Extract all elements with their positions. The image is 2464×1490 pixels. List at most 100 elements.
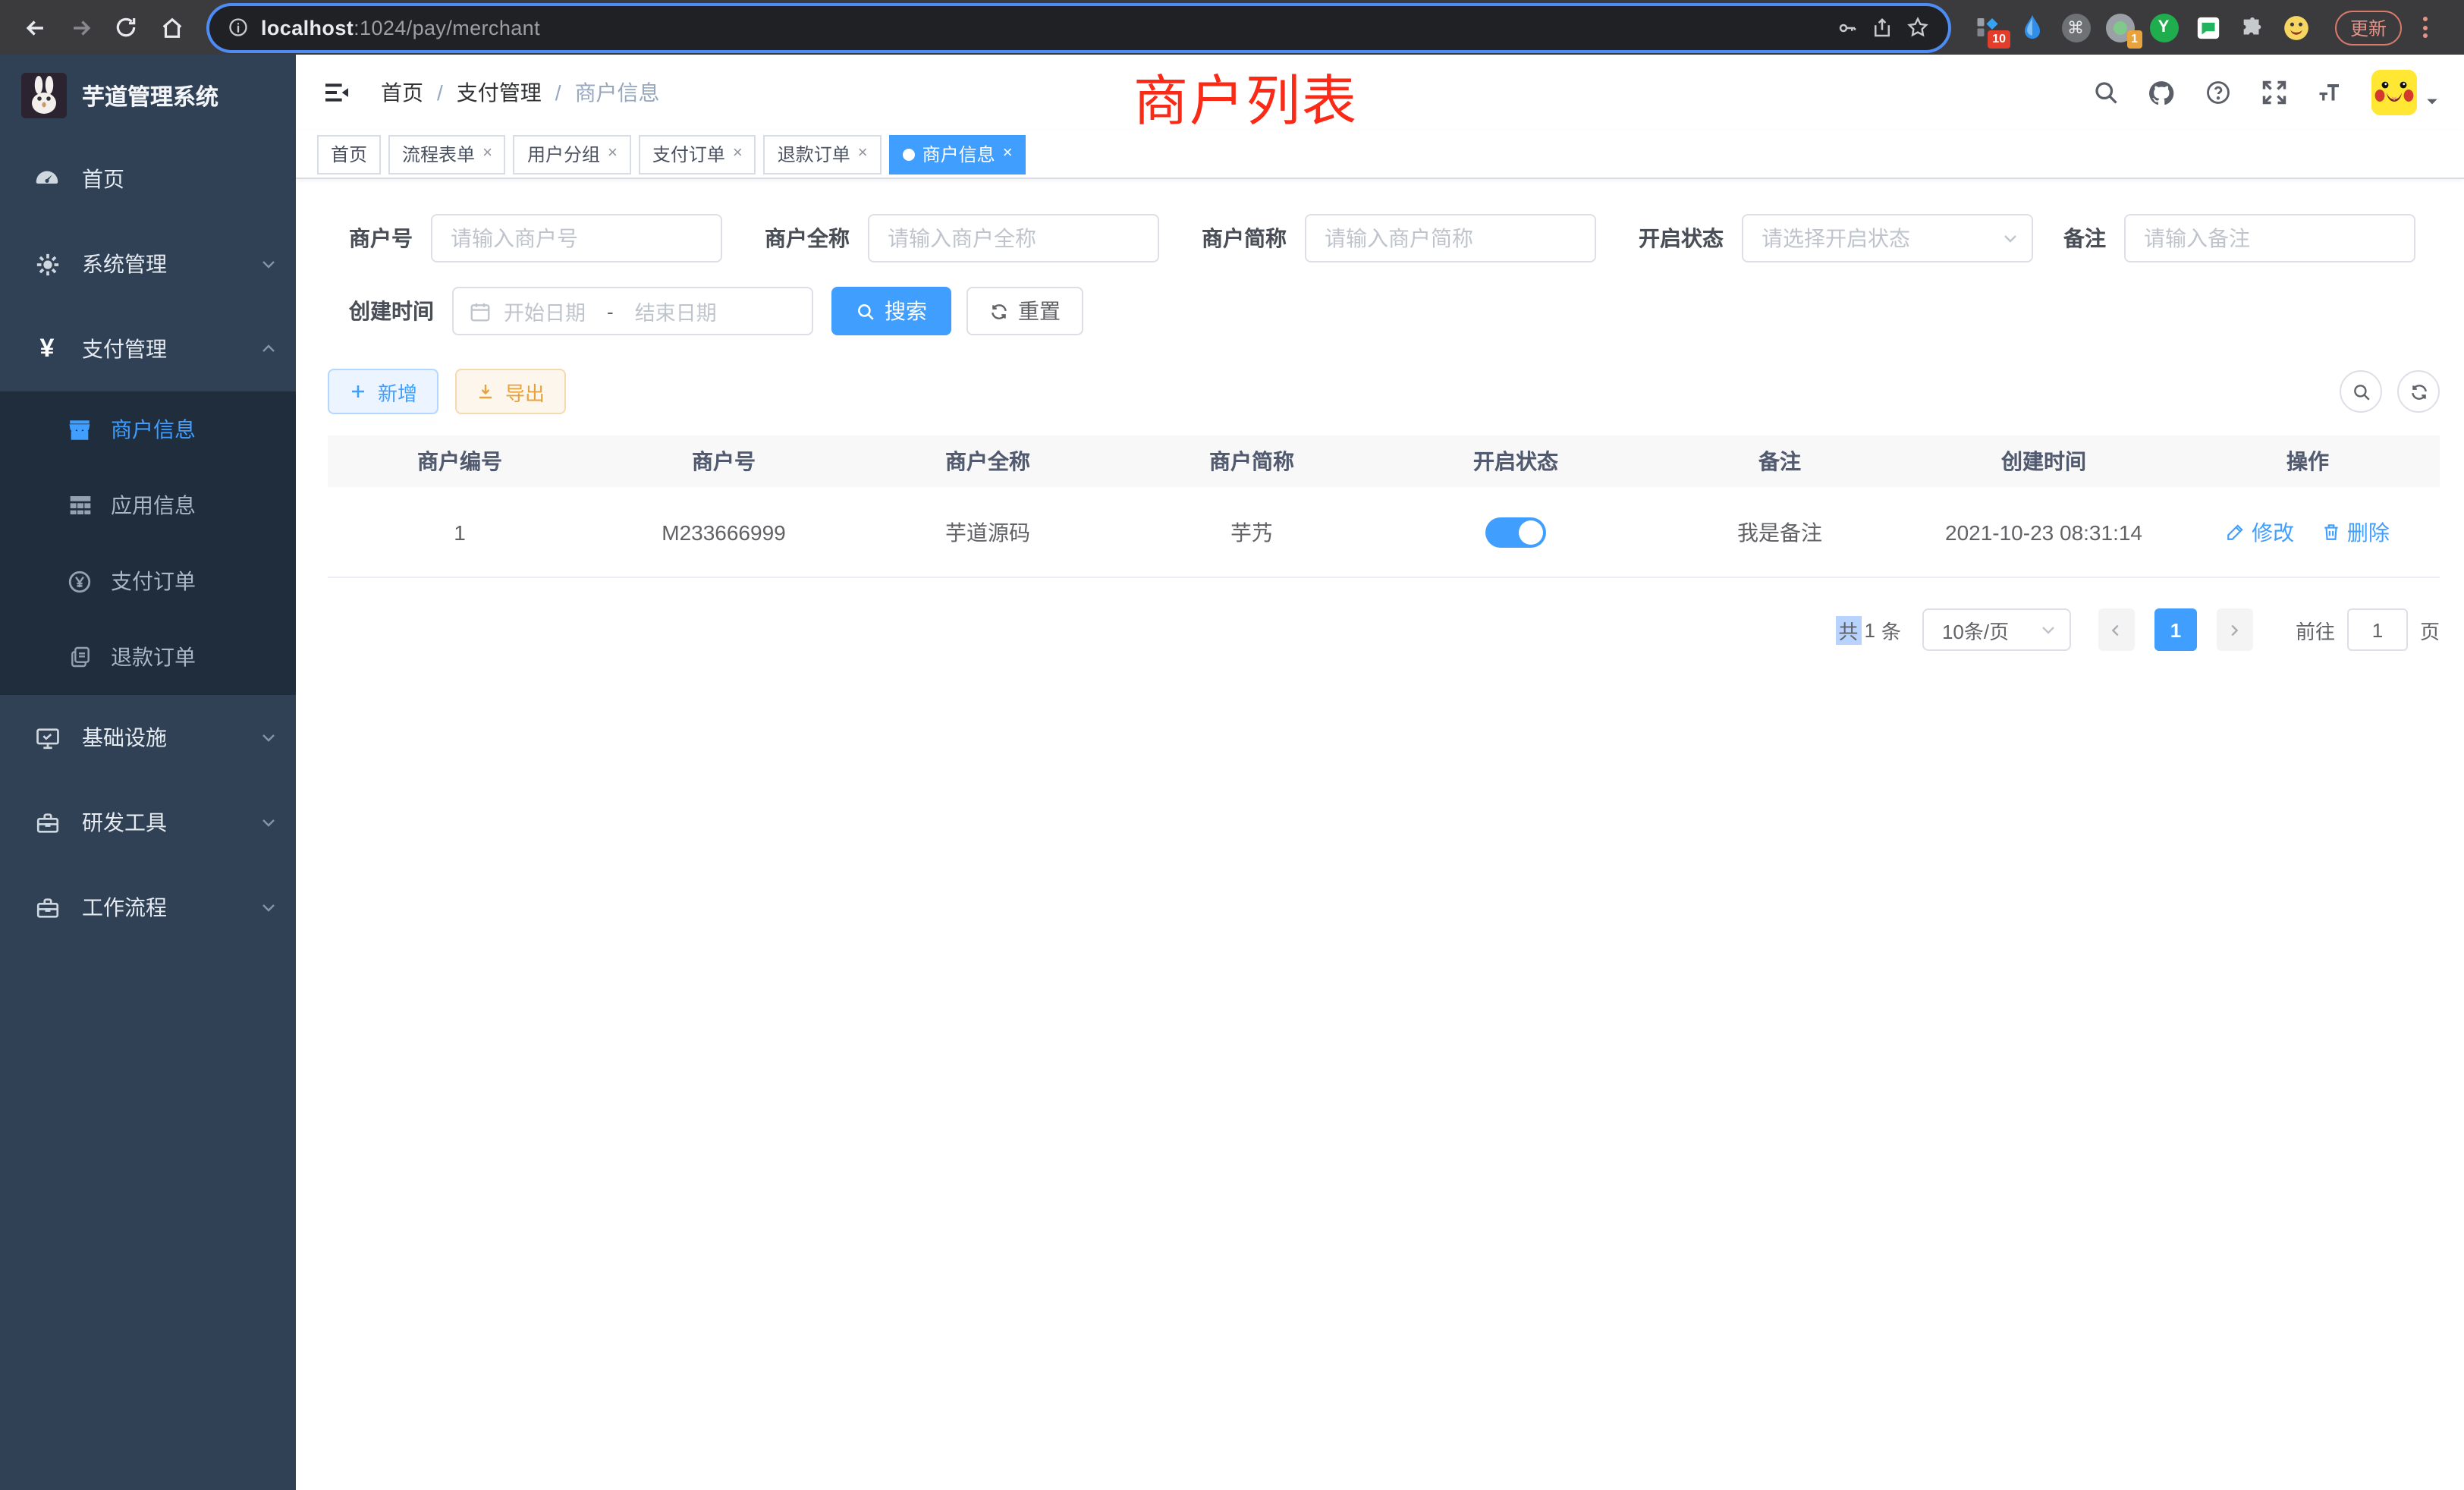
filter-status: 开启状态 <box>1617 214 2033 262</box>
extension-drop-icon[interactable] <box>2016 12 2047 42</box>
pagination-total: 共 1 条 <box>1835 615 1904 644</box>
document-icon <box>67 644 93 670</box>
page-number-button[interactable]: 1 <box>2154 608 2197 651</box>
status-select[interactable] <box>1742 214 2033 262</box>
tab-home[interactable]: 首页 <box>317 134 381 174</box>
short-name-input[interactable] <box>1305 214 1596 262</box>
breadcrumb-pay[interactable]: 支付管理 <box>457 77 542 108</box>
site-info-icon[interactable] <box>228 17 249 38</box>
url-text: localhost:1024/pay/merchant <box>261 16 1824 39</box>
column-header: 商户号 <box>592 446 856 476</box>
search-button[interactable]: 搜索 <box>831 287 951 335</box>
close-icon[interactable]: × <box>858 146 868 162</box>
close-icon[interactable]: × <box>1003 146 1013 162</box>
tab-merchant-info[interactable]: 商户信息× <box>889 134 1026 174</box>
sidebar-item-workflow[interactable]: 工作流程 <box>0 865 296 950</box>
yen-circle-icon <box>67 568 93 594</box>
sidebar-item-app-info[interactable]: 应用信息 <box>0 467 296 543</box>
sidebar-item-system[interactable]: 系统管理 <box>0 222 296 306</box>
tab-user-group[interactable]: 用户分组× <box>514 134 631 174</box>
close-icon[interactable]: × <box>608 146 618 162</box>
chevron-down-icon <box>259 813 278 831</box>
profile-emoji-icon[interactable] <box>2280 12 2311 42</box>
close-icon[interactable]: × <box>482 146 492 162</box>
next-page-button[interactable] <box>2217 608 2253 651</box>
address-bar[interactable]: localhost:1024/pay/merchant <box>209 5 1948 49</box>
search-icon[interactable] <box>2091 78 2120 107</box>
status-toggle[interactable] <box>1485 517 1546 547</box>
status-select-input[interactable] <box>1742 214 2033 262</box>
font-size-icon[interactable] <box>2315 78 2344 107</box>
table-tools <box>2340 370 2440 413</box>
sidebar-collapse-icon[interactable] <box>320 76 354 109</box>
export-button[interactable]: 导出 <box>455 369 566 414</box>
extension-command-icon[interactable]: ⌘ <box>2060 12 2091 42</box>
extension-recorder-icon[interactable]: 1 <box>2104 12 2135 42</box>
field-label: 开启状态 <box>1617 223 1724 253</box>
browser-update-button[interactable]: 更新 <box>2335 10 2402 45</box>
delete-link[interactable]: 删除 <box>2321 517 2390 547</box>
edit-link[interactable]: 修改 <box>2226 517 2294 547</box>
browser-menu-icon[interactable] <box>2414 17 2435 38</box>
sidebar-item-payment[interactable]: ¥ 支付管理 <box>0 306 296 391</box>
bookmark-star-icon[interactable] <box>1906 15 1930 39</box>
sidebar-item-home[interactable]: 首页 <box>0 137 296 222</box>
refresh-table-icon[interactable] <box>2397 370 2440 413</box>
filter-full-name: 商户全称 <box>743 214 1159 262</box>
remark-input[interactable] <box>2124 214 2415 262</box>
end-date-placeholder[interactable]: 结束日期 <box>635 296 717 326</box>
browser-back-button[interactable] <box>15 8 55 47</box>
table-toolbar: 新增 导出 <box>328 369 2440 414</box>
password-key-icon[interactable] <box>1836 16 1859 39</box>
merchant-no-input[interactable] <box>431 214 722 262</box>
column-header: 创建时间 <box>1912 446 2176 476</box>
start-date-placeholder[interactable]: 开始日期 <box>504 296 586 326</box>
filter-merchant-no: 商户号 <box>328 214 722 262</box>
show-search-icon[interactable] <box>2340 370 2382 413</box>
filter-short-name: 商户简称 <box>1180 214 1596 262</box>
browser-home-button[interactable] <box>152 8 191 47</box>
prev-page-button[interactable] <box>2098 608 2135 651</box>
breadcrumb-home[interactable]: 首页 <box>381 77 423 108</box>
add-button[interactable]: 新增 <box>328 369 438 414</box>
goto-page-input[interactable] <box>2347 608 2408 651</box>
cell-actions: 修改 删除 <box>2176 517 2440 547</box>
sidebar-item-refund-order[interactable]: 退款订单 <box>0 619 296 695</box>
navbar-actions <box>2091 70 2440 115</box>
sidebar-item-pay-order[interactable]: 支付订单 <box>0 543 296 619</box>
extension-chat-icon[interactable] <box>2192 12 2223 42</box>
tab-pay-order[interactable]: 支付订单× <box>639 134 756 174</box>
extension-tray: 10 ⌘ 1 Y <box>1972 12 2311 42</box>
cell-short-name: 芋艿 <box>1120 517 1384 547</box>
tags-view-bar: 首页 流程表单× 用户分组× 支付订单× 退款订单× 商户信息× <box>296 130 2464 179</box>
main-panel: 商户列表 首页 / 支付管理 / 商户信息 <box>296 55 2464 1490</box>
github-icon[interactable] <box>2147 78 2176 107</box>
sidebar-item-merchant-info[interactable]: 商户信息 <box>0 391 296 467</box>
extension-tabs-icon[interactable]: 10 <box>1972 12 2003 42</box>
tab-refund-order[interactable]: 退款订单× <box>764 134 882 174</box>
sidebar-item-label: 工作流程 <box>82 892 238 923</box>
toolbox-icon <box>33 809 61 836</box>
reset-button[interactable]: 重置 <box>966 287 1083 335</box>
cell-status <box>1384 517 1648 547</box>
close-icon[interactable]: × <box>733 146 743 162</box>
user-menu[interactable] <box>2371 70 2440 115</box>
sidebar-item-dev-tools[interactable]: 研发工具 <box>0 780 296 865</box>
browser-reload-button[interactable] <box>106 8 146 47</box>
help-icon[interactable] <box>2203 78 2232 107</box>
chevron-down-icon <box>259 898 278 916</box>
app-logo-row[interactable]: 芋道管理系统 <box>0 55 296 137</box>
page-size-select[interactable]: 10条/页 <box>1922 608 2071 651</box>
chevron-up-icon <box>259 340 278 358</box>
fullscreen-icon[interactable] <box>2259 78 2288 107</box>
extension-y-icon[interactable]: Y <box>2148 12 2179 42</box>
refresh-icon <box>989 301 1009 321</box>
full-name-input[interactable] <box>868 214 1159 262</box>
tab-process-form[interactable]: 流程表单× <box>388 134 506 174</box>
extensions-puzzle-icon[interactable] <box>2236 12 2267 42</box>
browser-forward-button[interactable] <box>61 8 100 47</box>
sidebar-item-infrastructure[interactable]: 基础设施 <box>0 695 296 780</box>
share-icon[interactable] <box>1871 16 1894 39</box>
date-range-picker[interactable]: 开始日期 - 结束日期 <box>452 287 813 335</box>
chevron-down-icon <box>259 728 278 747</box>
